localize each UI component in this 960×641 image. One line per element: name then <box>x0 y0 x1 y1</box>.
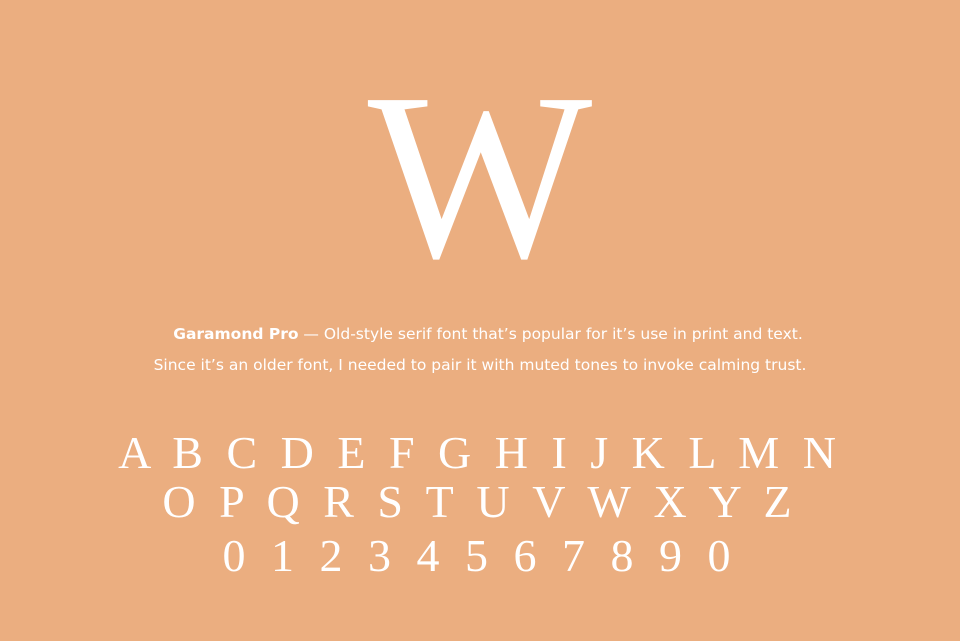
alphabet-row-2: O P Q R S T U V W X Y Z <box>162 476 798 527</box>
description-line-1-text: — Old-style serif font that’s popular fo… <box>298 325 803 343</box>
description-line-2: Since it’s an older font, I needed to pa… <box>153 356 807 374</box>
alphabet-row-1: A B C D E F G H I J K L M N <box>118 427 842 478</box>
description-line-1: Garamond Pro — Old-style serif font that… <box>0 319 960 350</box>
font-specimen-card: W Garamond Pro — Old-style serif font th… <box>0 0 960 641</box>
digits-row: 0 1 2 3 4 5 6 7 8 9 0 <box>222 530 738 581</box>
font-description: Garamond Pro — Old-style serif font that… <box>0 319 960 381</box>
font-name: Garamond Pro <box>173 325 299 343</box>
display-letter: W <box>367 45 593 308</box>
